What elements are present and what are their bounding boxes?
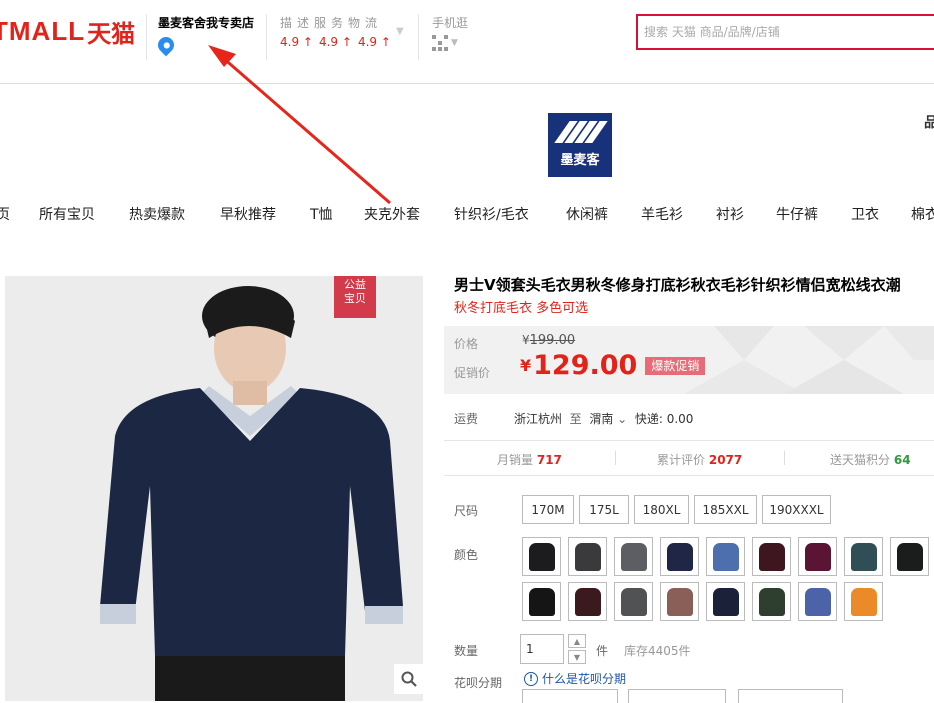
size-option[interactable]: 180XL [634,495,689,524]
rating-values: 4.9 ↑ 4.9 ↑ 4.9 ↑ [280,35,391,49]
logo-text-en: TMALL [0,15,86,46]
color-swatch[interactable] [844,582,883,621]
color-swatch[interactable] [568,537,607,576]
zoom-button[interactable] [394,664,424,694]
huabei-label: 花呗分期 [454,676,503,690]
size-option[interactable]: 185XXL [694,495,757,524]
nav-item[interactable]: 羊毛衫 [641,204,683,224]
rating-logistics: 4.9 ↑ [357,35,391,49]
size-option[interactable]: 175L [579,495,629,524]
divider [146,14,147,60]
nav-item[interactable]: 早秋推荐 [220,204,276,224]
price-label: 价格 [454,337,479,351]
product-subtitle: 秋冬打底毛衣 多色可选 [454,301,589,316]
rating-label: 描述服务物流 [280,16,383,30]
shop-nav: 页 所有宝贝 热卖爆款 早秋推荐 T恤 夹克外套 针织衫/毛衣 休闲裤 羊毛衫 … [0,204,934,228]
magnifier-icon [401,671,417,687]
nav-item[interactable]: 针织衫/毛衣 [454,204,529,224]
color-swatch[interactable] [798,537,837,576]
mobile-label: 手机逛 [432,16,469,30]
color-swatch[interactable] [752,537,791,576]
color-swatch[interactable] [522,537,561,576]
promo-tag: 爆款促销 [645,356,706,375]
nav-item[interactable]: T恤 [310,204,333,224]
nav-item[interactable]: 所有宝贝 [39,204,95,224]
shop-info[interactable]: 墨麦客舍我专卖店 ● [154,14,254,57]
nav-item[interactable]: 夹克外套 [364,204,420,224]
product-stats: 月销量 717 累计评价 2077 送天猫积分 64 [444,451,934,467]
color-swatch[interactable] [614,582,653,621]
qr-code-icon [432,35,448,51]
chevron-down-icon[interactable]: ▼ [396,26,404,37]
search-box[interactable] [636,14,934,50]
banner-edge-text: 品 [924,115,934,131]
review-count[interactable]: 累计评价 2077 [657,451,742,468]
shop-level-icon: ● [154,33,178,57]
color-label: 颜色 [454,548,479,562]
huabei-help-link[interactable]: ! 什么是花呗分期 [524,670,626,687]
promo-label: 促销价 [454,366,491,380]
nav-item[interactable]: 牛仔裤 [776,204,818,224]
color-swatch[interactable] [522,582,561,621]
charity-badge: 公益 宝贝 [334,276,376,318]
quantity-input[interactable] [520,634,564,664]
shop-rating[interactable]: 描述服务物流 4.9 ↑ 4.9 ↑ 4.9 ↑ [280,14,391,49]
original-price: ¥199.00 [522,333,576,348]
shop-logo-text: 墨麦客 [560,152,600,168]
color-swatch[interactable] [568,582,607,621]
divider [444,475,934,476]
logo-text-cn: 天猫 [87,19,136,48]
quantity-increase-button[interactable]: ▲ [568,634,586,648]
nav-item[interactable]: 卫衣 [851,204,879,224]
color-swatch[interactable] [660,582,699,621]
search-input[interactable] [638,16,934,48]
product-title: 男士V领套头毛衣男秋冬修身打底衫秋衣毛衫针织衫情侣宽松线衣潮 [454,276,901,294]
quantity-label: 数量 [454,644,479,658]
divider [418,14,419,60]
tmall-points: 送天猫积分 64 [830,453,911,467]
tmall-logo[interactable]: TMALL 天猫 [0,14,135,48]
quantity-decrease-button[interactable]: ▼ [568,650,586,664]
chevron-down-icon: ⌄ [613,412,628,426]
color-swatch[interactable] [798,582,837,621]
size-option[interactable]: 190XXXL [762,495,831,524]
shipping-info: 浙江杭州 至 渭南 ⌄ 快递: 0.00 [514,412,694,426]
size-option[interactable]: 170M [522,495,574,524]
nav-item[interactable]: 休闲裤 [566,204,608,224]
nav-item[interactable]: 衬衫 [716,204,744,224]
shipping-label: 运费 [454,412,479,426]
info-icon: ! [524,671,538,686]
nav-item[interactable]: 热卖爆款 [129,204,185,224]
mobile-shop[interactable]: 手机逛 ▼ [432,14,468,51]
top-header: TMALL 天猫 墨麦客舍我专卖店 ● 描述服务物流 4.9 ↑ 4.9 ↑ 4… [0,0,934,84]
chevron-down-icon: ▼ [451,38,458,48]
promo-price: ¥ 129.00 爆款促销 [520,350,706,381]
color-swatch[interactable] [844,537,883,576]
price-panel: 价格 ¥199.00 促销价 ¥ 129.00 爆款促销 [444,326,934,394]
ship-to-select[interactable]: 渭南 ⌄ [589,412,627,426]
stock-count: 库存4405件 [624,644,691,658]
color-swatch[interactable] [614,537,653,576]
color-swatch[interactable] [706,537,745,576]
nav-item[interactable]: 棉衣 [911,204,934,224]
color-swatch[interactable] [706,582,745,621]
nav-item[interactable]: 页 [0,204,10,224]
quantity-unit: 件 [596,644,609,658]
shop-name[interactable]: 墨麦客舍我专卖店 [158,14,254,31]
brand-mark-icon [554,120,608,143]
color-swatch[interactable] [752,582,791,621]
divider [266,14,267,60]
size-label: 尺码 [454,504,479,518]
product-photo [5,276,423,701]
rating-describe: 4.9 ↑ [280,35,313,49]
color-swatch[interactable] [660,537,699,576]
shop-logo[interactable]: 墨麦客 [548,113,612,177]
rating-service: 4.9 ↑ [318,35,352,49]
color-swatch[interactable] [890,537,929,576]
monthly-sales: 月销量 717 [497,453,562,467]
divider [444,440,934,441]
product-image[interactable] [5,276,423,701]
